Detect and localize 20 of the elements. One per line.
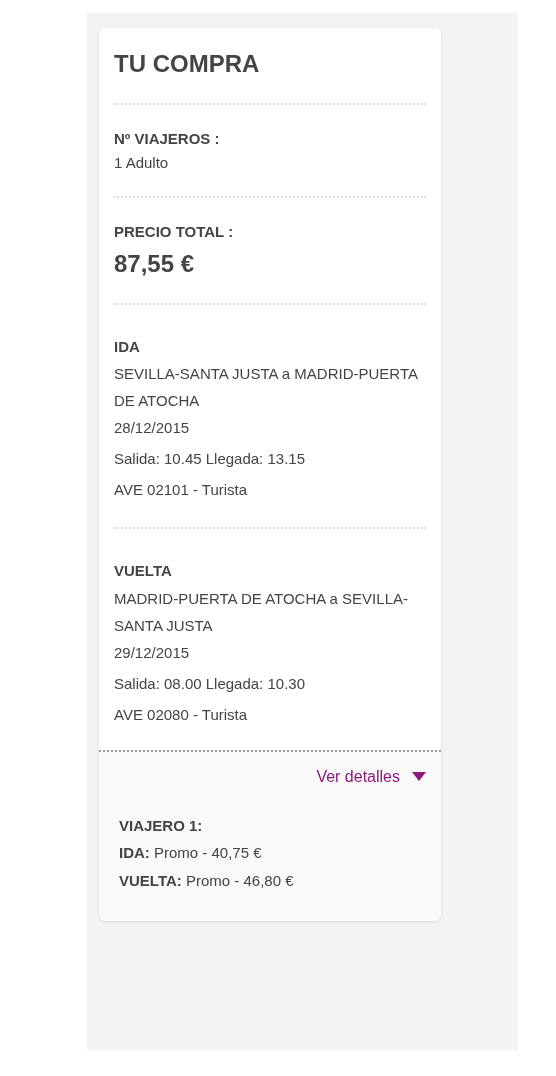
fare-text: VUELTA: Promo - 46,80 €	[119, 871, 295, 892]
route-text: MADRID-PUERTA DE ATOCHA a SEVILLA-SANTA JUSTA	[114, 588, 409, 636]
leg-label: IDA	[114, 336, 141, 357]
train-text: AVE 02101 - Turista	[114, 480, 249, 501]
leg-label: VUELTA	[114, 561, 173, 581]
train-text: AVE 02080 - Turista	[114, 704, 249, 725]
total-label: PRECIO TOTAL :	[114, 222, 235, 242]
caret-icon	[412, 772, 426, 782]
passenger-label: VIAJERO 1:	[119, 815, 204, 836]
travellers-value: 1 Adulto	[114, 152, 170, 173]
travellers-label: Nº VIAJEROS :	[114, 129, 221, 149]
details-link[interactable]: Ver detalles	[316, 767, 426, 786]
times-text: Salida: 10.45 Llegada: 13.15	[114, 449, 306, 470]
date-text: 28/12/2015	[114, 418, 191, 439]
date-text: 29/12/2015	[114, 642, 191, 663]
card-title: TU COMPRA	[114, 49, 261, 79]
times-text: Salida: 08.00 Llegada: 10.30	[114, 673, 306, 694]
total-price: 87,55 €	[114, 248, 196, 279]
route-text: SEVILLA-SANTA JUSTA a MADRID-PUERTA DE ATOCHA	[114, 364, 419, 412]
fare-text: IDA: Promo - 40,75 €	[119, 843, 263, 864]
